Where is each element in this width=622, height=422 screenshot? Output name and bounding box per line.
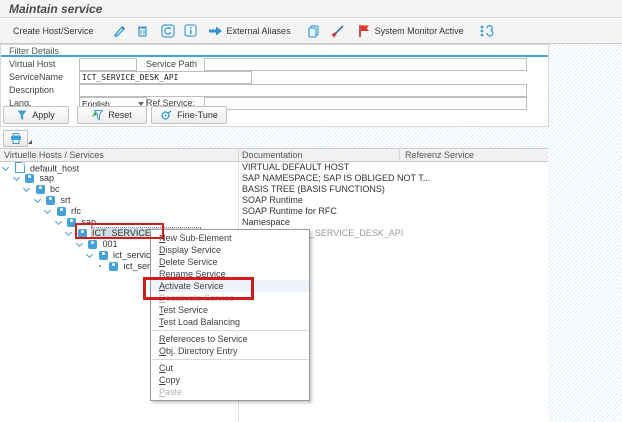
- tree-node-label[interactable]: default_host: [30, 164, 79, 174]
- edit-icon[interactable]: [110, 23, 128, 39]
- expand-chevron-icon[interactable]: [2, 164, 9, 171]
- menu-separator: [152, 330, 308, 331]
- apply-button[interactable]: Apply: [3, 106, 69, 124]
- header-divider-1: [238, 149, 239, 161]
- service-icon: [25, 174, 34, 183]
- expand-chevron-icon[interactable]: [44, 206, 51, 213]
- menu-separator: [152, 359, 308, 360]
- menu-item-copy[interactable]: Copy: [151, 374, 309, 386]
- fine-tune-icon: [160, 110, 172, 121]
- application-toolbar: Create Host/Service External Aliases Sys…: [0, 18, 622, 44]
- tree-row[interactable]: default_host VIRTUAL DEFAULT HOST: [0, 162, 548, 173]
- column-header-documentation[interactable]: Documentation: [242, 150, 303, 160]
- tree-column-headers: Virtuelle Hosts / Services Documentation…: [0, 149, 548, 162]
- tree-node-label[interactable]: rfc: [71, 206, 81, 216]
- title-bar: Maintain service: [0, 0, 622, 18]
- annotation-box-activate-service: [143, 277, 254, 300]
- service-path-input[interactable]: [204, 58, 527, 71]
- print-button[interactable]: [3, 130, 28, 147]
- column-header-hosts[interactable]: Virtuelle Hosts / Services: [4, 150, 104, 160]
- description-input[interactable]: [79, 84, 527, 97]
- context-menu: New Sub-ElementDisplay ServiceDelete Ser…: [150, 229, 310, 401]
- description-label: Description: [9, 85, 54, 95]
- system-monitor-label: System Monitor Active: [375, 26, 464, 36]
- documentation-cell: SOAP Runtime for RFC: [242, 206, 337, 217]
- expand-chevron-icon[interactable]: [54, 217, 61, 224]
- fine-tune-button-label: Fine-Tune: [177, 110, 218, 120]
- virtual-host-label: Virtual Host: [9, 59, 55, 69]
- tree-row[interactable]: sap SAP NAMESPACE; SAP IS OBLIGED NOT T.…: [0, 173, 548, 184]
- service-name-label: ServiceName: [9, 72, 63, 82]
- fine-tune-button[interactable]: Fine-Tune: [151, 106, 227, 124]
- printer-icon: [10, 133, 22, 144]
- apply-button-label: Apply: [32, 110, 55, 120]
- sap-maintain-service-window: Maintain service Create Host/Service Ext…: [0, 0, 622, 422]
- flag-icon: [355, 23, 373, 39]
- tree-node-label[interactable]: sap: [40, 173, 55, 183]
- menu-item-test-service[interactable]: Test Service: [151, 304, 309, 316]
- menu-item-display-service[interactable]: Display Service: [151, 244, 309, 256]
- filter-accent-rule: [1, 55, 548, 57]
- documentation-cell: Namespace: [242, 217, 290, 228]
- expand-chevron-icon[interactable]: [65, 228, 72, 235]
- tree-node-label[interactable]: bc: [50, 184, 60, 194]
- header-divider-2: [399, 149, 400, 161]
- menu-item-paste: Paste: [151, 386, 309, 398]
- refresh-icon[interactable]: [159, 23, 177, 39]
- info-icon[interactable]: [182, 23, 200, 39]
- service-icon: [109, 262, 118, 271]
- service-icon: [57, 207, 66, 216]
- documentation-cell: SOAP Runtime: [242, 195, 303, 206]
- expand-chevron-icon[interactable]: [75, 239, 82, 246]
- toolbar-resize-handle[interactable]: [28, 140, 32, 144]
- service-icon: [36, 185, 45, 194]
- filter-reset-icon: [92, 110, 103, 121]
- external-aliases-arrow-icon[interactable]: [207, 23, 225, 39]
- reset-button[interactable]: Reset: [77, 106, 147, 124]
- tree-node-label[interactable]: srt: [61, 195, 71, 205]
- background-hatch-right: [548, 44, 622, 422]
- tree-node-label[interactable]: 001: [103, 239, 118, 249]
- delete-icon[interactable]: [134, 23, 152, 39]
- expand-chevron-icon[interactable]: [86, 250, 93, 257]
- expand-chevron-icon[interactable]: [33, 195, 40, 202]
- background-hatch-band: [0, 125, 548, 148]
- service-icon: [88, 240, 97, 249]
- ref-service-input[interactable]: [204, 97, 527, 110]
- page-title: Maintain service: [9, 2, 102, 16]
- documentation-cell: SAP NAMESPACE; SAP IS OBLIGED NOT T...: [242, 173, 430, 184]
- menu-item-cut[interactable]: Cut: [151, 362, 309, 374]
- expand-chevron-icon[interactable]: [23, 184, 30, 191]
- menu-item-delete-service[interactable]: Delete Service: [151, 256, 309, 268]
- service-icon: [99, 251, 108, 260]
- tree-row[interactable]: srt SOAP Runtime: [0, 195, 548, 206]
- expand-chevron-icon[interactable]: [12, 173, 19, 180]
- wand-icon[interactable]: [329, 23, 347, 39]
- menu-item-obj-directory-entry[interactable]: Obj. Directory Entry: [151, 345, 309, 357]
- reset-button-label: Reset: [108, 110, 132, 120]
- filter-funnel-icon: [17, 110, 27, 121]
- menu-item-references-to-service[interactable]: References to Service: [151, 333, 309, 345]
- copy-icon[interactable]: [305, 23, 323, 39]
- tree-row[interactable]: rfc SOAP Runtime for RFC: [0, 206, 548, 217]
- service-name-input[interactable]: ICT_SERVICE_DESK_API: [79, 71, 252, 84]
- create-host-service-button[interactable]: Create Host/Service: [9, 24, 98, 38]
- annotation-box-selected-service: [75, 223, 164, 239]
- column-header-referenz[interactable]: Referenz Service: [405, 150, 474, 160]
- tree-row[interactable]: bc BASIS TREE (BASIS FUNCTIONS): [0, 184, 548, 195]
- service-icon: [46, 196, 55, 205]
- virtual-host-input[interactable]: [79, 58, 137, 71]
- host-icon: [15, 162, 25, 173]
- hierarchy-icon[interactable]: [478, 23, 496, 39]
- filter-details-panel: Filter Details Virtual Host Service Path…: [0, 44, 549, 127]
- external-aliases-label[interactable]: External Aliases: [227, 26, 291, 36]
- menu-item-test-load-balancing[interactable]: Test Load Balancing: [151, 316, 309, 328]
- service-path-label: Service Path: [146, 59, 197, 69]
- documentation-cell: BASIS TREE (BASIS FUNCTIONS): [242, 184, 385, 195]
- documentation-cell: VIRTUAL DEFAULT HOST: [242, 162, 349, 173]
- leaf-dot-icon: [99, 265, 101, 267]
- menu-item-new-sub-element[interactable]: New Sub-Element: [151, 232, 309, 244]
